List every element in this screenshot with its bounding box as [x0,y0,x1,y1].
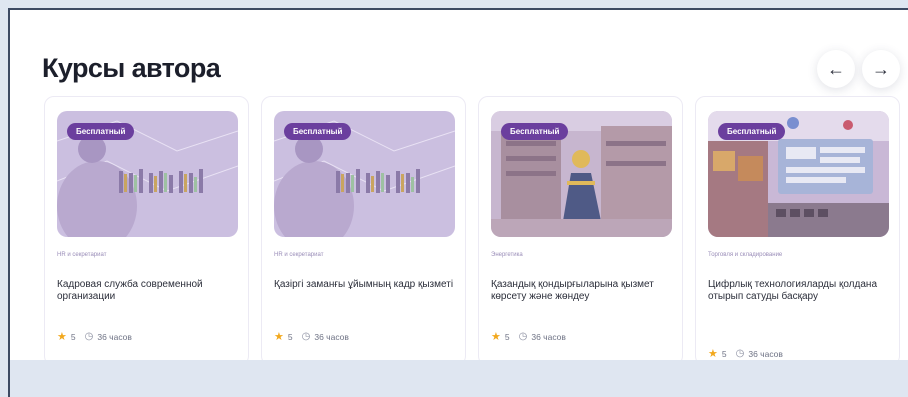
carousel-next-button[interactable]: → [862,50,900,88]
course-duration: 36 часов [97,331,132,342]
course-image: Бесплатный [57,111,238,237]
course-image: Бесплатный [708,111,889,237]
clock-icon: ◷ [301,331,311,342]
clock-icon: ◷ [84,331,94,342]
course-category: HR и секретариат [274,252,324,258]
course-rating: 5 [504,331,510,342]
free-badge: Бесплатный [718,123,786,140]
star-icon: ★ [274,331,284,343]
course-card[interactable]: Бесплатный HR и секретариат Кадровая слу… [44,96,249,360]
author-courses-section: Курсы автора ← → Бесплатный HR и секрета… [10,10,908,360]
course-image: Бесплатный [274,111,455,237]
course-duration: 36 часов [314,331,349,342]
course-title[interactable]: Кадровая служба современной организации [57,279,237,303]
carousel-prev-button[interactable]: ← [817,50,855,88]
course-meta: ★ 5 ◷ 36 часов [491,330,566,343]
course-meta: ★ 5 ◷ 36 часов [708,347,783,360]
course-title[interactable]: Цифрлық технологияларды қолдана отырып с… [708,279,888,303]
clock-icon: ◷ [518,331,528,342]
course-category: Энергетика [491,252,523,258]
course-image: Бесплатный [491,111,672,237]
star-icon: ★ [708,348,718,360]
course-card[interactable]: Бесплатный HR и секретариат Қазіргі зама… [261,96,466,360]
course-duration: 36 часов [531,331,566,342]
arrow-right-icon: → [872,58,890,79]
course-meta: ★ 5 ◷ 36 часов [57,330,132,343]
course-card[interactable]: Бесплатный Энергетика Қазандық қондырғыл… [478,96,683,360]
clock-icon: ◷ [735,348,745,359]
star-icon: ★ [57,331,67,343]
free-badge: Бесплатный [67,123,135,140]
course-category: Торговля и складирование [708,252,783,258]
free-badge: Бесплатный [501,123,569,140]
course-duration: 36 часов [748,348,783,359]
course-category: HR и секретариат [57,252,107,258]
course-rating: 5 [287,331,293,342]
free-badge: Бесплатный [284,123,352,140]
course-rating: 5 [721,348,727,359]
section-title: Курсы автора [42,53,221,83]
course-title[interactable]: Қазандық қондырғыларына қызмет көрсету ж… [491,279,671,303]
star-icon: ★ [491,331,501,343]
course-title[interactable]: Қазіргі заманғы ұйымның кадр қызметі [274,279,454,291]
course-rating: 5 [70,331,76,342]
course-card[interactable]: Бесплатный Торговля и складирование Цифр… [695,96,900,360]
course-meta: ★ 5 ◷ 36 часов [274,330,349,343]
arrow-left-icon: ← [827,58,845,79]
